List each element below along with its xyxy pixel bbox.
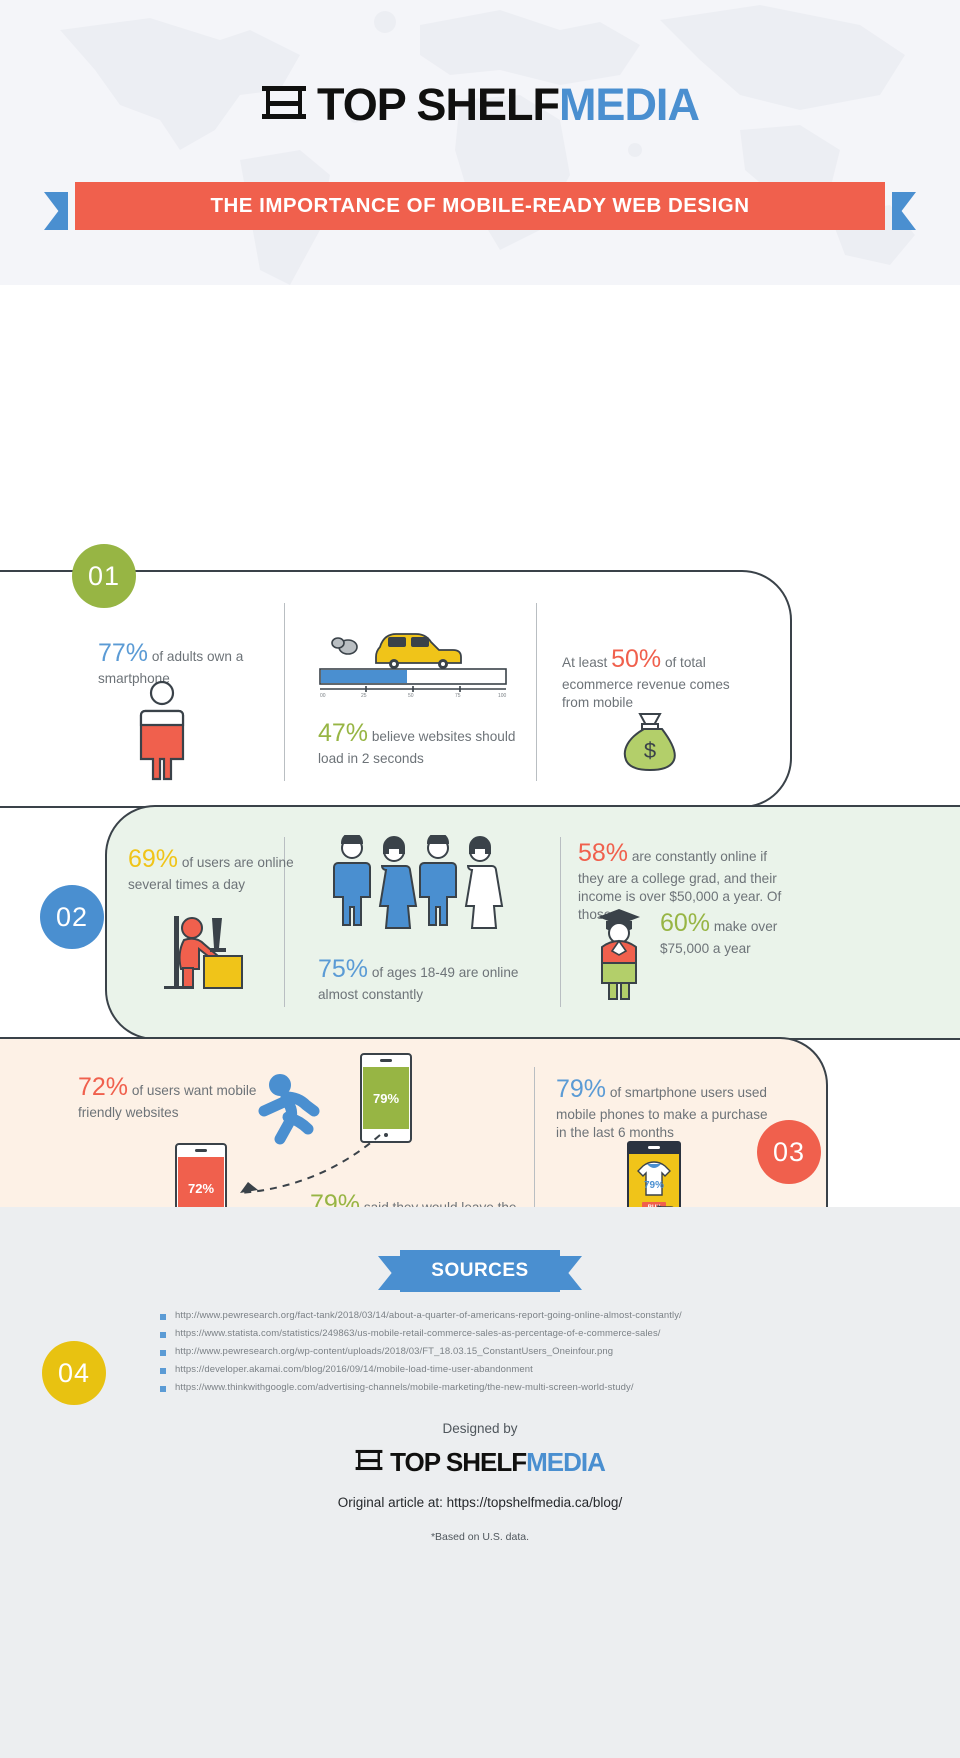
section-number-label: 03 <box>772 1136 806 1167</box>
stat-prefix: At least <box>562 655 612 670</box>
original-article-link[interactable]: Original article at: https://topshelfmed… <box>0 1495 960 1510</box>
stat-01-3: At least 50% of total ecommerce revenue … <box>562 643 752 712</box>
svg-text:75: 75 <box>455 693 461 697</box>
svg-text:79%: 79% <box>373 1091 399 1106</box>
divider-02b <box>560 837 561 1007</box>
bullet-icon <box>160 1314 166 1320</box>
ribbon-tail-left <box>44 192 68 230</box>
svg-text:$: $ <box>644 738 656 763</box>
stat-02-4: 60% make over $75,000 a year <box>660 907 790 958</box>
stat-02-2: 75% of ages 18-49 are online almost cons… <box>318 953 528 1004</box>
sources-list: http://www.pewresearch.org/fact-tank/201… <box>160 1310 682 1400</box>
stat-value: 50% <box>611 645 662 673</box>
svg-text:25: 25 <box>361 693 367 697</box>
world-map-background <box>60 5 915 285</box>
sources-ribbon-body: SOURCES <box>400 1250 560 1292</box>
stat-03-3: 79% of smartphone users used mobile phon… <box>556 1073 776 1142</box>
list-item[interactable]: http://www.pewresearch.org/wp-content/up… <box>160 1346 682 1357</box>
ribbon-tail-right <box>892 192 916 230</box>
person-smartphone-icon <box>139 681 185 781</box>
svg-text:50: 50 <box>408 693 414 697</box>
stat-02-1: 69% of users are online several times a … <box>128 843 303 894</box>
section-number-label: 02 <box>55 901 89 932</box>
divider-01a <box>284 603 285 781</box>
header: TOP SHELFMEDIA THE IMPORTANCE OF MOBILE-… <box>0 0 960 285</box>
svg-text:72%: 72% <box>188 1181 214 1196</box>
brand-logo: TOP SHELFMEDIA <box>0 82 960 127</box>
stat-value: 69% <box>128 845 179 873</box>
shelf-icon <box>355 1449 383 1471</box>
svg-text:79%: 79% <box>644 1180 664 1191</box>
stat-value: 77% <box>98 639 149 667</box>
svg-text:00: 00 <box>320 693 326 697</box>
section-number-label: 01 <box>87 560 121 591</box>
footer-brand-logo: TOP SHELFMEDIA <box>0 1448 960 1475</box>
stat-value: 75% <box>318 955 369 983</box>
car-speed-gauge-icon: 00 25 50 75 100 <box>319 633 507 697</box>
divider-03a <box>534 1067 535 1227</box>
bullet-icon <box>160 1368 166 1374</box>
shelf-icon <box>262 85 307 119</box>
section-number-02: 02 <box>40 885 104 949</box>
footer-brand-name-media: MEDIA <box>526 1446 606 1477</box>
list-item[interactable]: http://www.pewresearch.org/fact-tank/201… <box>160 1310 682 1321</box>
stat-01-2: 47% believe websites should load in 2 se… <box>318 717 518 768</box>
sources-title: SOURCES <box>431 1260 529 1281</box>
section-number-03: 03 <box>757 1120 821 1184</box>
title-ribbon: THE IMPORTANCE OF MOBILE-READY WEB DESIG… <box>0 182 960 230</box>
person-at-desk-icon <box>164 916 243 989</box>
brand-name-media: MEDIA <box>558 79 700 130</box>
stat-value: 58% <box>578 839 629 867</box>
footer-brand-name-top: TOP SHELF <box>390 1446 527 1477</box>
section-number-label: 04 <box>57 1357 91 1388</box>
source-url[interactable]: http://www.pewresearch.org/fact-tank/201… <box>175 1310 682 1321</box>
bullet-icon <box>160 1332 166 1338</box>
stat-value: 60% <box>660 909 711 937</box>
source-url[interactable]: https://www.statista.com/statistics/2498… <box>175 1328 661 1339</box>
infographic-title: THE IMPORTANCE OF MOBILE-READY WEB DESIG… <box>210 194 750 217</box>
list-item[interactable]: https://www.thinkwithgoogle.com/advertis… <box>160 1382 682 1393</box>
list-item[interactable]: https://www.statista.com/statistics/2498… <box>160 1328 682 1339</box>
svg-text:100: 100 <box>498 693 507 697</box>
sources-ribbon: SOURCES <box>378 1250 582 1292</box>
source-url[interactable]: https://developer.akamai.com/blog/2016/0… <box>175 1364 533 1375</box>
sources-ribbon-tail-right <box>560 1256 582 1290</box>
list-item[interactable]: https://developer.akamai.com/blog/2016/0… <box>160 1364 682 1375</box>
four-people-icon <box>333 835 504 929</box>
designed-by-label: Designed by <box>442 1421 518 1436</box>
source-url[interactable]: https://www.thinkwithgoogle.com/advertis… <box>175 1382 634 1393</box>
bullet-icon <box>160 1350 166 1356</box>
sources-ribbon-tail-left <box>378 1256 400 1290</box>
section-number-01: 01 <box>72 544 136 608</box>
source-url[interactable]: http://www.pewresearch.org/wp-content/up… <box>175 1346 613 1357</box>
disclaimer-text: *Based on U.S. data. <box>430 1531 530 1543</box>
brand-name-top: TOP SHELF <box>317 79 560 130</box>
stat-value: 79% <box>556 1075 607 1103</box>
money-bag-icon: $ <box>623 713 676 772</box>
graduate-icon <box>598 909 640 1000</box>
bullet-icon <box>160 1386 166 1392</box>
stat-value: 72% <box>78 1073 129 1101</box>
section-number-04: 04 <box>42 1341 106 1405</box>
stat-value: 47% <box>318 719 369 747</box>
sources-section: SOURCES http://www.pewresearch.org/fact-… <box>0 1207 960 1758</box>
divider-01b <box>536 603 537 781</box>
ribbon-body: THE IMPORTANCE OF MOBILE-READY WEB DESIG… <box>75 182 885 230</box>
infographic-page: TOP SHELFMEDIA THE IMPORTANCE OF MOBILE-… <box>0 0 960 1758</box>
